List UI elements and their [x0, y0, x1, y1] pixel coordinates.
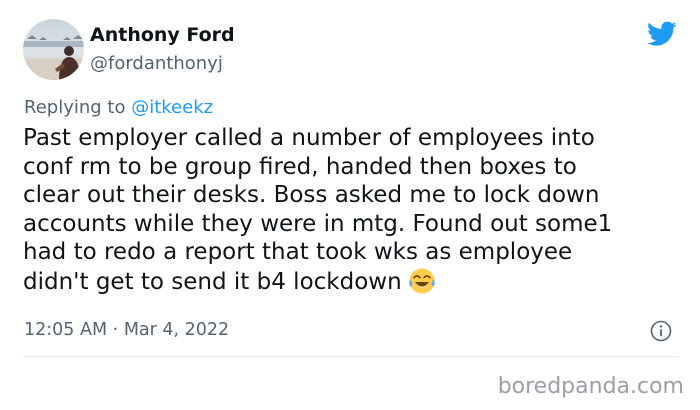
tweet-text-line: clear out their desks. Boss asked me to …	[23, 182, 600, 209]
meta-separator: ·	[112, 320, 119, 340]
tweet-text-line: conf rm to be group fired, handed then b…	[23, 153, 577, 180]
reply-context: Replying to @itkeekz	[24, 97, 213, 118]
tweet-text: Past employer called a number of employe…	[23, 124, 688, 297]
tweet-text-line: had to redo a report that took wks as em…	[23, 239, 573, 266]
divider	[23, 356, 678, 357]
twitter-bird-icon[interactable]	[647, 21, 677, 47]
author-name[interactable]: Anthony Ford	[90, 24, 235, 46]
tweet-timestamp[interactable]: 12:05 AM · Mar 4, 2022	[24, 320, 229, 340]
tweet-text-line: accounts while they were in mtg. Found o…	[23, 210, 613, 237]
tweet-date: Mar 4, 2022	[123, 320, 230, 340]
tweet-text-line-last: didn't get to send it b4 lockdown	[23, 267, 688, 297]
face-with-tears-of-joy-emoji	[408, 267, 436, 295]
reply-prefix: Replying to	[24, 97, 126, 118]
tweet-time: 12:05 AM	[24, 320, 108, 340]
reply-to-link[interactable]: @itkeekz	[131, 97, 213, 118]
watermark: boredpanda.com	[497, 374, 684, 399]
info-icon[interactable]	[650, 320, 672, 342]
tweet-text-line: Past employer called a number of employe…	[23, 125, 595, 151]
author-handle[interactable]: @fordanthonyj	[90, 53, 223, 74]
tweet-text-line: didn't get to send it b4 lockdown	[23, 268, 402, 295]
tweet-card: Anthony Ford @fordanthonyj Replying to @…	[0, 0, 700, 410]
avatar[interactable]	[23, 19, 84, 80]
